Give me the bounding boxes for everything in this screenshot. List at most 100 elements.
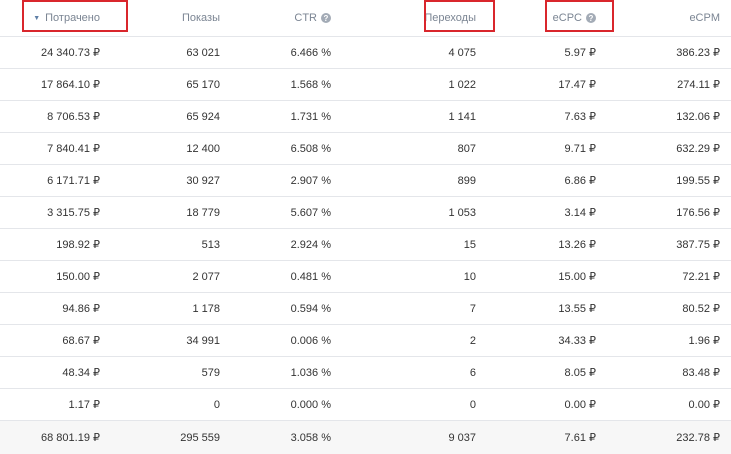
table-row[interactable]: 24 340.73 ₽ 63 021 6.466 % 4 075 5.97 ₽ 386.2… (0, 37, 731, 69)
table-body: 24 340.73 ₽ 63 021 6.466 % 4 075 5.97 ₽ 386.2… (0, 37, 731, 421)
cell-impressions: 18 779 (186, 206, 220, 219)
cell-clicks: 1 053 (448, 206, 476, 219)
cell-ctr: 2.907 % (290, 174, 331, 187)
table-row[interactable]: 150.00 ₽ 2 077 0.481 % 10 15.00 ₽ 72.21 ₽ (0, 261, 731, 293)
cell-spent: 94.86 ₽ (62, 303, 100, 315)
total-ctr: 3.058 % (290, 431, 331, 444)
cell-ecpc: 17.47 ₽ (558, 79, 596, 91)
table-row[interactable]: 6 171.71 ₽ 30 927 2.907 % 899 6.86 ₽ 199.55 ₽ (0, 165, 731, 197)
stats-table: ▼ Потрачено Показы CTR ? Переходы eCPC ?… (0, 0, 731, 454)
cell-ecpm: 632.29 ₽ (676, 143, 720, 155)
cell-ctr: 0.006 % (290, 334, 331, 347)
total-spent: 68 801.19 ₽ (41, 432, 100, 444)
cell-ctr: 0.000 % (290, 398, 331, 411)
cell-clicks: 0 (469, 398, 476, 411)
cell-clicks: 899 (457, 174, 476, 187)
cell-impressions: 579 (201, 366, 220, 379)
cell-ecpm: 83.48 ₽ (682, 367, 720, 379)
cell-ecpm: 72.21 ₽ (682, 271, 720, 283)
cell-ecpm: 0.00 ₽ (688, 399, 720, 411)
cell-ctr: 1.036 % (290, 366, 331, 379)
cell-spent: 24 340.73 ₽ (41, 47, 100, 59)
table-row[interactable]: 198.92 ₽ 513 2.924 % 15 13.26 ₽ 387.75 ₽ (0, 229, 731, 261)
cell-impressions: 0 (213, 398, 220, 411)
cell-ecpc: 34.33 ₽ (558, 335, 596, 347)
highlight-box-clicks (424, 0, 495, 32)
cell-impressions: 12 400 (186, 142, 220, 155)
highlight-box-ecpc (545, 0, 614, 32)
cell-ctr: 5.607 % (290, 206, 331, 219)
cell-impressions: 65 924 (186, 110, 220, 123)
cell-clicks: 2 (469, 334, 476, 347)
cell-ecpm: 80.52 ₽ (682, 303, 720, 315)
cell-ecpc: 9.71 ₽ (564, 143, 596, 155)
cell-ecpc: 5.97 ₽ (564, 47, 596, 59)
cell-clicks: 10 (463, 270, 476, 283)
cell-clicks: 1 022 (448, 78, 476, 91)
cell-ecpc: 6.86 ₽ (564, 175, 596, 187)
cell-spent: 150.00 ₽ (56, 271, 100, 283)
column-header-ecpm[interactable]: eCPM (596, 0, 731, 36)
cell-ecpc: 13.55 ₽ (558, 303, 596, 315)
table-row[interactable]: 3 315.75 ₽ 18 779 5.607 % 1 053 3.14 ₽ 176.56… (0, 197, 731, 229)
cell-ecpc: 8.05 ₽ (564, 367, 596, 379)
table-row[interactable]: 7 840.41 ₽ 12 400 6.508 % 807 9.71 ₽ 632.29 ₽ (0, 133, 731, 165)
cell-spent: 1.17 ₽ (68, 399, 100, 411)
cell-clicks: 1 141 (448, 110, 476, 123)
table-row[interactable]: 48.34 ₽ 579 1.036 % 6 8.05 ₽ 83.48 ₽ (0, 357, 731, 389)
cell-ctr: 1.731 % (290, 110, 331, 123)
cell-impressions: 2 077 (192, 270, 220, 283)
column-header-label: CTR (294, 12, 317, 24)
cell-spent: 17 864.10 ₽ (41, 79, 100, 91)
column-header-ctr[interactable]: CTR ? (220, 0, 331, 36)
cell-spent: 68.67 ₽ (62, 335, 100, 347)
cell-clicks: 15 (463, 238, 476, 251)
total-row: 68 801.19 ₽ 295 559 3.058 % 9 037 7.61 ₽… (0, 0, 731, 454)
table-row[interactable]: 8 706.53 ₽ 65 924 1.731 % 1 141 7.63 ₽ 132.06… (0, 101, 731, 133)
cell-ecpm: 386.23 ₽ (676, 47, 720, 59)
cell-clicks: 4 075 (448, 46, 476, 59)
column-header-label: eCPM (689, 12, 720, 24)
column-header-impressions[interactable]: Показы (128, 0, 220, 36)
total-ecpc: 7.61 ₽ (564, 432, 596, 444)
cell-ecpc: 13.26 ₽ (558, 239, 596, 251)
cell-ctr: 1.568 % (290, 78, 331, 91)
cell-ecpm: 274.11 ₽ (677, 79, 720, 91)
cell-impressions: 513 (201, 238, 220, 251)
cell-impressions: 1 178 (192, 302, 220, 315)
cell-impressions: 30 927 (186, 174, 220, 187)
cell-clicks: 7 (469, 302, 476, 315)
cell-ecpm: 1.96 ₽ (688, 335, 720, 347)
cell-ecpc: 15.00 ₽ (558, 271, 596, 283)
cell-clicks: 6 (469, 366, 476, 379)
cell-spent: 48.34 ₽ (62, 367, 100, 379)
column-header-label: Показы (181, 12, 220, 24)
cell-ecpm: 387.75 ₽ (676, 239, 720, 251)
table-row[interactable]: 94.86 ₽ 1 178 0.594 % 7 13.55 ₽ 80.52 ₽ (0, 293, 731, 325)
cell-ecpm: 132.06 ₽ (676, 111, 720, 123)
cell-ecpc: 7.63 ₽ (564, 111, 596, 123)
cell-ctr: 2.924 % (290, 238, 331, 251)
table-row[interactable]: 68.67 ₽ 34 991 0.006 % 2 34.33 ₽ 1.96 ₽ (0, 325, 731, 357)
help-icon[interactable]: ? (321, 13, 331, 23)
table-row[interactable]: 17 864.10 ₽ 65 170 1.568 % 1 022 17.47 ₽ 274.… (0, 69, 731, 101)
total-clicks: 9 037 (448, 431, 476, 444)
total-impressions: 295 559 (180, 431, 220, 444)
cell-ecpc: 0.00 ₽ (564, 399, 596, 411)
cell-ecpc: 3.14 ₽ (564, 207, 596, 219)
cell-impressions: 65 170 (186, 78, 220, 91)
highlight-box-spent (22, 0, 128, 32)
cell-spent: 198.92 ₽ (56, 239, 100, 251)
cell-spent: 6 171.71 ₽ (47, 175, 100, 187)
cell-spent: 8 706.53 ₽ (47, 111, 100, 123)
cell-ctr: 0.481 % (290, 270, 331, 283)
cell-clicks: 807 (457, 142, 476, 155)
cell-ctr: 0.594 % (290, 302, 331, 315)
cell-spent: 3 315.75 ₽ (47, 207, 100, 219)
total-ecpm: 232.78 ₽ (676, 432, 720, 444)
cell-ctr: 6.466 % (290, 46, 331, 59)
cell-impressions: 34 991 (186, 334, 220, 347)
table-row[interactable]: 1.17 ₽ 0 0.000 % 0 0.00 ₽ 0.00 ₽ (0, 389, 731, 421)
cell-ctr: 6.508 % (290, 142, 331, 155)
cell-ecpm: 199.55 ₽ (676, 175, 720, 187)
